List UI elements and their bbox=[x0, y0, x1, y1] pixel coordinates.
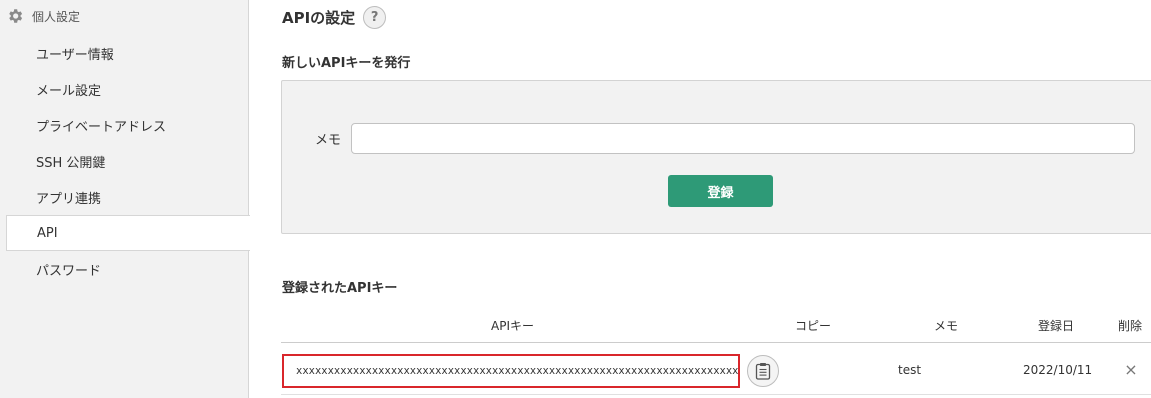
sidebar-header: 個人設定 bbox=[6, 6, 80, 26]
gear-icon bbox=[9, 9, 23, 23]
api-key-field[interactable]: xxxxxxxxxxxxxxxxxxxxxxxxxxxxxxxxxxxxxxxx… bbox=[282, 354, 740, 388]
new-key-section-title: 新しいAPIキーを発行 bbox=[282, 56, 411, 71]
sidebar-item-user-info[interactable]: ユーザー情報 bbox=[6, 35, 249, 71]
column-header-memo: メモ bbox=[934, 319, 959, 333]
api-key-date: 2022/10/11 bbox=[1023, 363, 1093, 377]
page-title-text: APIの設定 bbox=[282, 8, 356, 27]
sidebar-header-label: 個人設定 bbox=[32, 9, 81, 24]
memo-input[interactable] bbox=[351, 123, 1135, 154]
sidebar-item-api[interactable]: API bbox=[6, 215, 250, 251]
clipboard-icon bbox=[755, 363, 771, 380]
sidebar-item-ssh-keys[interactable]: SSH 公開鍵 bbox=[6, 143, 249, 179]
new-key-form-panel bbox=[281, 80, 1151, 234]
api-key-memo: test bbox=[898, 363, 922, 377]
sidebar-item-app-integration[interactable]: アプリ連携 bbox=[6, 179, 249, 215]
column-header-delete: 削除 bbox=[1118, 319, 1143, 333]
table-header-divider bbox=[281, 342, 1151, 343]
register-button[interactable]: 登録 bbox=[668, 175, 773, 207]
sidebar-item-label: API bbox=[37, 225, 58, 241]
registered-keys-section-title: 登録されたAPIキー bbox=[282, 281, 398, 296]
sidebar-item-label: プライベートアドレス bbox=[36, 119, 167, 135]
app-root: 個人設定 ユーザー情報 メール設定 プライベートアドレス SSH 公開鍵 アプリ… bbox=[0, 0, 1151, 398]
memo-label: メモ bbox=[315, 133, 342, 148]
sidebar-item-label: メール設定 bbox=[36, 83, 102, 99]
page-title: APIの設定 ? bbox=[282, 5, 387, 29]
sidebar-item-private-address[interactable]: プライベートアドレス bbox=[6, 107, 249, 143]
sidebar-item-label: パスワード bbox=[36, 263, 102, 279]
sidebar-item-mail-settings[interactable]: メール設定 bbox=[6, 71, 249, 107]
table-row-divider bbox=[281, 394, 1151, 395]
column-header-date: 登録日 bbox=[1038, 319, 1075, 333]
column-header-copy: コピー bbox=[795, 319, 832, 333]
help-icon[interactable]: ? bbox=[363, 5, 387, 29]
column-header-api-key: APIキー bbox=[491, 319, 534, 333]
sidebar-item-password[interactable]: パスワード bbox=[6, 251, 249, 287]
copy-button[interactable] bbox=[747, 355, 779, 387]
sidebar-item-label: ユーザー情報 bbox=[36, 47, 114, 63]
sidebar: 個人設定 ユーザー情報 メール設定 プライベートアドレス SSH 公開鍵 アプリ… bbox=[0, 0, 250, 398]
sidebar-item-label: SSH 公開鍵 bbox=[36, 155, 106, 171]
delete-icon[interactable]: × bbox=[1124, 362, 1138, 378]
sidebar-item-label: アプリ連携 bbox=[36, 191, 102, 207]
